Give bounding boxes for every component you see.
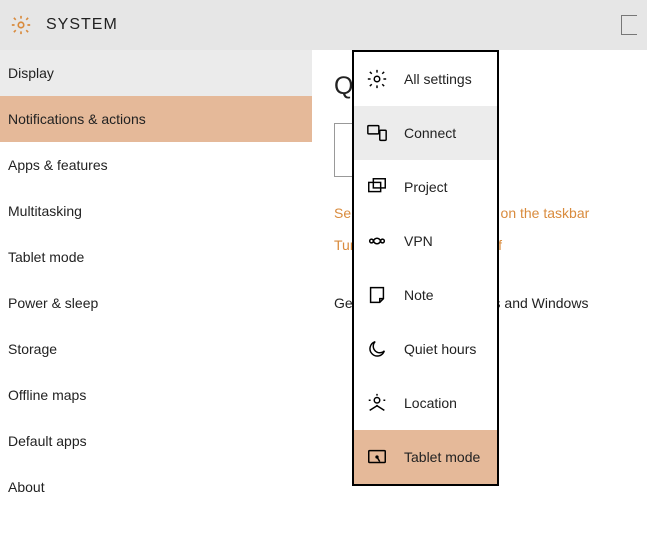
note-icon: [366, 284, 388, 306]
gear-icon: [10, 14, 32, 36]
sidebar-item-label: Storage: [8, 341, 57, 357]
fly-item-label: Quiet hours: [404, 341, 476, 357]
window-control-partial[interactable]: [621, 15, 637, 35]
fly-item-quiet-hours[interactable]: Quiet hours: [354, 322, 497, 376]
connect-icon: [366, 122, 388, 144]
fly-item-label: Project: [404, 179, 448, 195]
quick-actions-flyout: All settings Connect Project VPN: [352, 50, 499, 486]
moon-icon: [366, 338, 388, 360]
fly-item-tablet-mode[interactable]: Tablet mode: [354, 430, 497, 484]
header-bar: SYSTEM: [0, 0, 647, 50]
sidebar-item-notifications[interactable]: Notifications & actions: [0, 96, 312, 142]
sidebar-item-label: Multitasking: [8, 203, 82, 219]
sidebar-item-label: Notifications & actions: [8, 111, 146, 127]
sidebar-item-label: Power & sleep: [8, 295, 98, 311]
fly-item-all-settings[interactable]: All settings: [354, 52, 497, 106]
sidebar-item-storage[interactable]: Storage: [0, 326, 312, 372]
fly-item-label: VPN: [404, 233, 433, 249]
sidebar-item-offline-maps[interactable]: Offline maps: [0, 372, 312, 418]
sidebar-item-label: Tablet mode: [8, 249, 84, 265]
fly-item-label: Location: [404, 395, 457, 411]
fly-item-note[interactable]: Note: [354, 268, 497, 322]
sidebar-item-apps-features[interactable]: Apps & features: [0, 142, 312, 188]
fly-item-label: Note: [404, 287, 434, 303]
sidebar-item-label: Display: [8, 65, 54, 81]
page-title: SYSTEM: [46, 16, 118, 34]
fly-item-label: All settings: [404, 71, 472, 87]
sidebar-item-about[interactable]: About: [0, 464, 312, 510]
sidebar-item-label: Offline maps: [8, 387, 86, 403]
sidebar-item-label: About: [8, 479, 45, 495]
tablet-icon: [366, 446, 388, 468]
sidebar-item-default-apps[interactable]: Default apps: [0, 418, 312, 464]
sidebar: Display Notifications & actions Apps & f…: [0, 50, 312, 537]
gear-icon: [366, 68, 388, 90]
sidebar-item-multitasking[interactable]: Multitasking: [0, 188, 312, 234]
sidebar-item-tablet-mode[interactable]: Tablet mode: [0, 234, 312, 280]
fly-item-location[interactable]: Location: [354, 376, 497, 430]
sidebar-item-display[interactable]: Display: [0, 50, 312, 96]
fly-item-connect[interactable]: Connect: [354, 106, 497, 160]
vpn-icon: [366, 230, 388, 252]
sidebar-item-label: Apps & features: [8, 157, 108, 173]
sidebar-item-label: Default apps: [8, 433, 87, 449]
fly-item-label: Tablet mode: [404, 449, 480, 465]
sidebar-item-power-sleep[interactable]: Power & sleep: [0, 280, 312, 326]
fly-item-label: Connect: [404, 125, 456, 141]
header-right: [621, 15, 637, 35]
fly-item-vpn[interactable]: VPN: [354, 214, 497, 268]
location-icon: [366, 392, 388, 414]
project-icon: [366, 176, 388, 198]
fly-item-project[interactable]: Project: [354, 160, 497, 214]
